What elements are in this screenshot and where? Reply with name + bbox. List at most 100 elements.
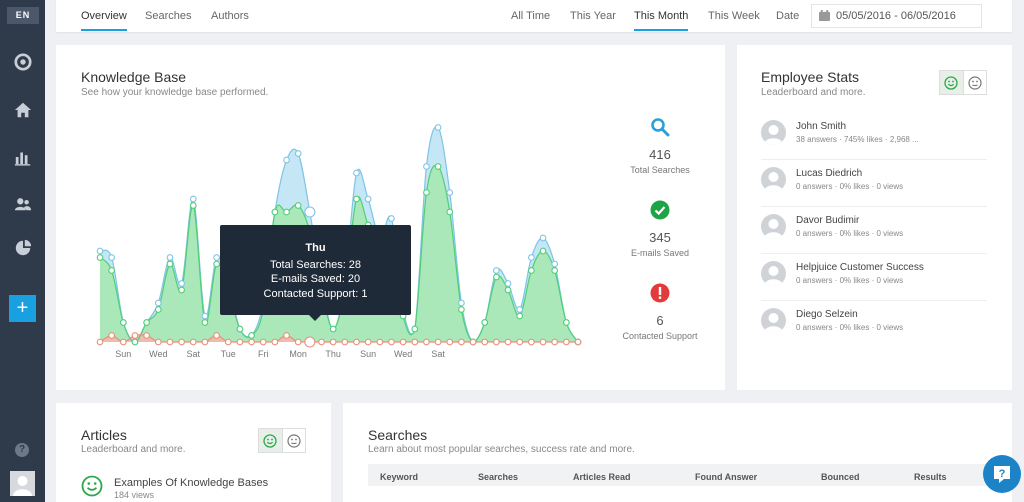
data-point-searches[interactable]: [294, 150, 302, 157]
data-point-support[interactable]: [551, 338, 559, 346]
data-point-saved[interactable]: [143, 319, 150, 326]
data-point-saved[interactable]: [562, 319, 570, 326]
date-range-input[interactable]: 05/05/2016 - 06/05/2016: [811, 4, 982, 28]
language-button[interactable]: EN: [7, 7, 39, 24]
data-point-support[interactable]: [189, 338, 197, 346]
tab-searches[interactable]: Searches: [145, 10, 191, 22]
data-point-saved[interactable]: [189, 202, 197, 209]
home-icon[interactable]: [11, 98, 34, 121]
data-point-searches[interactable]: [213, 254, 220, 261]
data-point-support[interactable]: [248, 338, 255, 346]
data-point-searches[interactable]: [388, 215, 395, 222]
data-point-support[interactable]: [364, 338, 372, 346]
data-point-searches[interactable]: [178, 280, 185, 287]
data-point-searches[interactable]: [201, 312, 209, 320]
data-point-support[interactable]: [131, 332, 139, 339]
data-point-support[interactable]: [388, 338, 395, 346]
data-point-searches[interactable]: [504, 280, 512, 287]
data-point-searches[interactable]: [166, 254, 174, 261]
data-point-support[interactable]: [213, 332, 220, 339]
data-point-saved[interactable]: [154, 306, 162, 313]
tab-authors[interactable]: Authors: [211, 10, 249, 22]
data-point-support[interactable]: [562, 338, 570, 346]
data-point-support[interactable]: [528, 338, 535, 346]
data-point-saved[interactable]: [131, 338, 139, 346]
data-point-searches[interactable]: [364, 195, 372, 203]
data-point-support[interactable]: [318, 338, 325, 346]
data-point-support[interactable]: [304, 336, 316, 348]
data-point-saved[interactable]: [96, 254, 104, 261]
data-point-support[interactable]: [143, 332, 150, 339]
data-point-saved[interactable]: [178, 286, 185, 294]
column-keyword[interactable]: Keyword: [380, 472, 418, 482]
data-point-support[interactable]: [446, 338, 454, 346]
data-point-saved[interactable]: [108, 267, 116, 274]
data-point-searches[interactable]: [551, 260, 559, 268]
data-point-saved[interactable]: [504, 286, 512, 294]
column-results[interactable]: Results: [914, 472, 947, 482]
data-point-saved[interactable]: [166, 260, 174, 268]
data-point-support[interactable]: [341, 338, 349, 346]
data-point-saved[interactable]: [528, 267, 535, 274]
data-point-support[interactable]: [504, 338, 512, 346]
data-point-saved[interactable]: [283, 208, 290, 216]
data-point-saved[interactable]: [271, 208, 279, 216]
data-point-support[interactable]: [458, 338, 465, 346]
data-point-support[interactable]: [119, 338, 127, 346]
employee-row[interactable]: Helpjuice Customer Success 0 answers · 0…: [761, 254, 987, 301]
data-point-searches[interactable]: [434, 124, 442, 131]
happy-face-icon[interactable]: [259, 429, 283, 452]
data-point-support[interactable]: [154, 338, 162, 346]
data-point-searches[interactable]: [353, 169, 360, 177]
data-point-support[interactable]: [353, 338, 360, 346]
data-point-searches[interactable]: [528, 254, 535, 261]
data-point-support[interactable]: [376, 338, 384, 346]
neutral-face-icon[interactable]: [964, 71, 987, 94]
data-point-searches[interactable]: [154, 299, 162, 307]
data-point-saved[interactable]: [119, 319, 127, 326]
data-point-saved[interactable]: [201, 319, 209, 326]
bar-chart-icon[interactable]: [11, 145, 34, 168]
data-point-searches[interactable]: [108, 254, 116, 261]
data-point-support[interactable]: [283, 332, 290, 339]
add-button[interactable]: +: [9, 295, 36, 322]
employee-row[interactable]: Davor Budimir 0 answers · 0% likes · 0 v…: [761, 207, 987, 254]
data-point-saved[interactable]: [411, 325, 419, 333]
employee-row[interactable]: John Smith 38 answers · 745% likes · 2,9…: [761, 113, 987, 160]
data-point-support[interactable]: [259, 338, 267, 346]
data-point-saved[interactable]: [248, 332, 255, 339]
data-point-support[interactable]: [236, 338, 244, 346]
data-point-searches[interactable]: [283, 156, 290, 164]
employee-row[interactable]: Lucas Diedrich 0 answers · 0% likes · 0 …: [761, 160, 987, 207]
data-point-saved[interactable]: [213, 260, 220, 268]
data-point-support[interactable]: [166, 338, 174, 346]
data-point-support[interactable]: [294, 338, 302, 346]
dashboard-icon[interactable]: [11, 50, 34, 73]
data-point-saved[interactable]: [458, 306, 465, 313]
data-point-support[interactable]: [434, 338, 442, 346]
users-icon[interactable]: [11, 192, 34, 215]
data-point-support[interactable]: [399, 338, 407, 346]
data-point-saved[interactable]: [539, 247, 547, 255]
happy-face-icon[interactable]: [940, 71, 964, 94]
data-point-support[interactable]: [481, 338, 489, 346]
data-point-support[interactable]: [224, 338, 232, 346]
data-point-saved[interactable]: [446, 208, 454, 216]
data-point-support[interactable]: [411, 338, 419, 346]
data-point-searches[interactable]: [539, 234, 547, 242]
column-searches[interactable]: Searches: [478, 472, 518, 482]
range-this-year[interactable]: This Year: [570, 10, 616, 22]
data-point-searches[interactable]: [423, 163, 430, 170]
data-point-support[interactable]: [178, 338, 185, 346]
analytics-icon[interactable]: [11, 236, 34, 259]
range-this-month[interactable]: This Month: [634, 10, 689, 31]
range-all-time[interactable]: All Time: [511, 10, 550, 22]
data-point-support[interactable]: [574, 338, 582, 346]
data-point-searches[interactable]: [96, 247, 104, 255]
data-point-support[interactable]: [96, 338, 104, 346]
data-point-support[interactable]: [539, 338, 547, 346]
data-point-saved[interactable]: [294, 202, 302, 209]
data-point-saved[interactable]: [493, 273, 500, 281]
data-point-searches[interactable]: [516, 306, 524, 313]
tab-overview[interactable]: Overview: [81, 10, 127, 31]
